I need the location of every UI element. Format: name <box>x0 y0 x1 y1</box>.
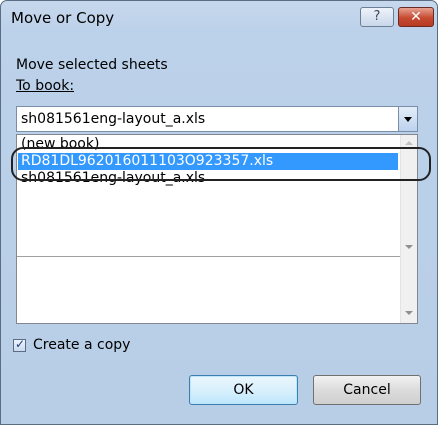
scroll-down-icon[interactable] <box>405 311 413 315</box>
title-bar[interactable]: Move or Copy ? ✕ <box>1 1 437 35</box>
scroll-up-icon[interactable] <box>405 141 413 145</box>
to-book-label: To book: <box>16 78 75 94</box>
move-selected-label: Move selected sheets <box>16 57 168 73</box>
to-book-combobox-value: sh081561eng-layout_a.xls <box>21 111 206 127</box>
ok-button[interactable]: OK <box>189 375 298 405</box>
dialog-title: Move or Copy <box>11 9 115 27</box>
cancel-button[interactable]: Cancel <box>313 375 421 405</box>
to-book-combobox[interactable]: sh081561eng-layout_a.xls <box>16 106 418 132</box>
list-item[interactable]: sh081561eng-layout_a.xls <box>18 170 398 187</box>
list-item[interactable]: (new book) <box>18 136 398 153</box>
create-copy-checkbox[interactable] <box>13 337 26 352</box>
book-listbox[interactable]: (new book) RD81DL962016011103O923357.xls… <box>16 134 418 324</box>
scroll-down-icon[interactable] <box>405 245 413 249</box>
close-button[interactable]: ✕ <box>398 7 434 27</box>
list-item[interactable]: RD81DL962016011103O923357.xls <box>18 153 398 170</box>
list-scrollbar[interactable] <box>400 135 417 323</box>
help-button[interactable]: ? <box>360 7 394 27</box>
dropdown-arrow-icon[interactable] <box>398 107 417 131</box>
create-copy-label: Create a copy <box>33 337 131 353</box>
list-divider <box>17 256 400 257</box>
